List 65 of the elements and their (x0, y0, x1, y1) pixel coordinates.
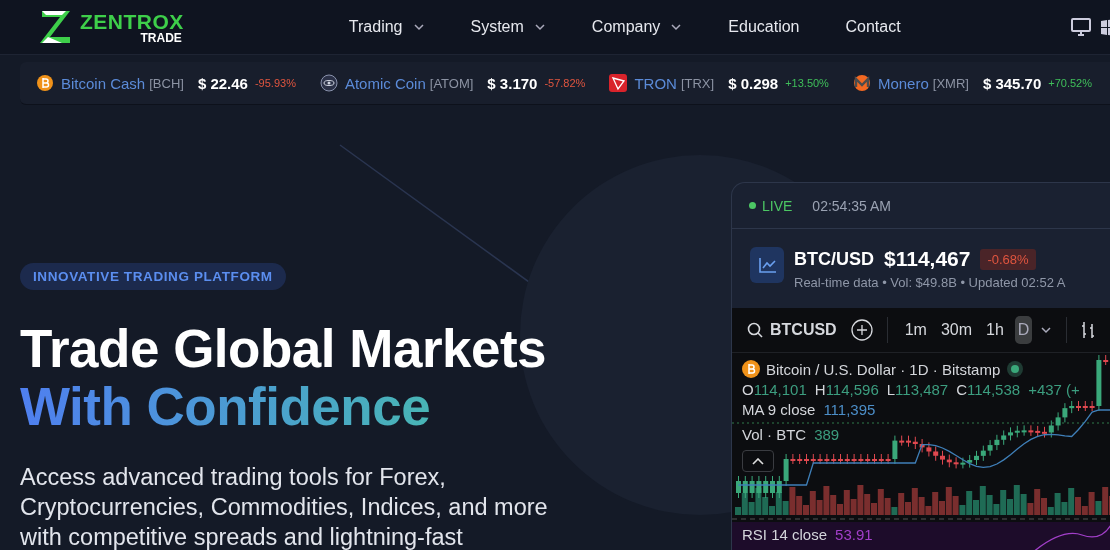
search-icon (747, 322, 763, 338)
coin-price: $ 22.46 (197, 74, 248, 92)
coin-symbol: [TRX] (680, 75, 715, 91)
volume-value: 389 (814, 426, 840, 443)
symbol-label: BTCUSD (770, 321, 837, 339)
ohlc-value: O114,101 (742, 381, 807, 398)
price-change: -95.93% (254, 77, 296, 89)
interval-tab[interactable]: D (1014, 316, 1033, 344)
price-change: +13.50% (785, 77, 829, 89)
coin-price: $ 0.298 (728, 74, 779, 92)
hero-description: Access advanced trading tools for Forex, Cryptocurrencies, Commodities, Indices, and more with competitive spreads and lightning-fast (20, 463, 549, 550)
logo-subtitle: TRADE (140, 31, 182, 44)
coin-name[interactable]: Monero (877, 74, 929, 92)
triangle-coin-icon (609, 74, 628, 92)
interval-tab[interactable]: 1m (901, 316, 930, 344)
coin-symbol: [BCH] (149, 75, 184, 91)
hero-title: Trade Global Markets (20, 320, 548, 378)
ohlc-value: L113,487 (886, 381, 949, 398)
chevron-up-icon (752, 457, 764, 465)
caret-icon (1040, 325, 1053, 335)
ma-value: 111,395 (823, 401, 876, 418)
coin-name[interactable]: TRON (634, 74, 677, 92)
bitcoin-coin-icon (742, 360, 760, 378)
symbol-search[interactable]: BTCUSD (747, 321, 837, 339)
coin-symbol: [XMR] (932, 75, 969, 91)
ma-label: MA 9 close (742, 401, 816, 418)
monitor-icon (1071, 18, 1091, 36)
rsi-label: RSI 14 close (742, 526, 828, 543)
ohlc-value: H114,596 (814, 381, 879, 398)
nav-link[interactable]: System (470, 18, 546, 36)
live-label: LIVE (762, 197, 793, 214)
pair-name: BTC/USD (794, 248, 874, 270)
chart-title: Bitcoin / U.S. Dollar · 1D · Bitstamp (766, 360, 1001, 378)
coin-price: $ 345.70 (982, 74, 1042, 92)
bitcoin-coin-icon (36, 74, 54, 92)
volume-label: Vol · BTC (742, 426, 807, 443)
interval-tab[interactable]: 30m (937, 316, 976, 344)
nav-link[interactable]: Contact (845, 18, 901, 36)
candles-icon (1081, 320, 1096, 340)
logo-name[interactable]: ZENTROX (80, 10, 184, 32)
coin-name[interactable]: Atomic Coin (344, 74, 426, 92)
price-change: -57.82% (544, 77, 586, 89)
market-info: Real-time data • Vol: $49.8B • Updated 02:52 A (794, 275, 1066, 290)
nav-link[interactable]: Trading (348, 18, 425, 36)
status-dot (749, 202, 756, 209)
status-dot-icon (1006, 360, 1025, 378)
pair-price: $114,467 (884, 247, 971, 271)
price-change: +437 (+ (1028, 381, 1080, 398)
line-chart-icon (757, 256, 777, 274)
change-badge: -0.68% (980, 248, 1036, 270)
tagline-badge: INNOVATIVE TRADING PLATFORM (20, 263, 286, 290)
coin-name[interactable]: Bitcoin Cash (61, 74, 146, 92)
price-change: +70.52% (1048, 77, 1092, 89)
nav-link[interactable]: Company (591, 18, 683, 36)
coin-price: $ 3.170 (487, 74, 538, 92)
m-coin-icon (852, 74, 871, 92)
coin-symbol: [ATOM] (429, 75, 474, 91)
rsi-value: 53.91 (835, 526, 873, 543)
ohlc-value: C114,538 (956, 381, 1021, 398)
atom-coin-icon (319, 74, 338, 92)
collapse-button[interactable] (742, 450, 774, 472)
clock-time: 02:54:35 AM (812, 197, 891, 214)
nav-link[interactable]: Education (728, 18, 800, 36)
interval-tab[interactable]: 1h (983, 316, 1007, 344)
add-circle-icon (850, 319, 873, 341)
